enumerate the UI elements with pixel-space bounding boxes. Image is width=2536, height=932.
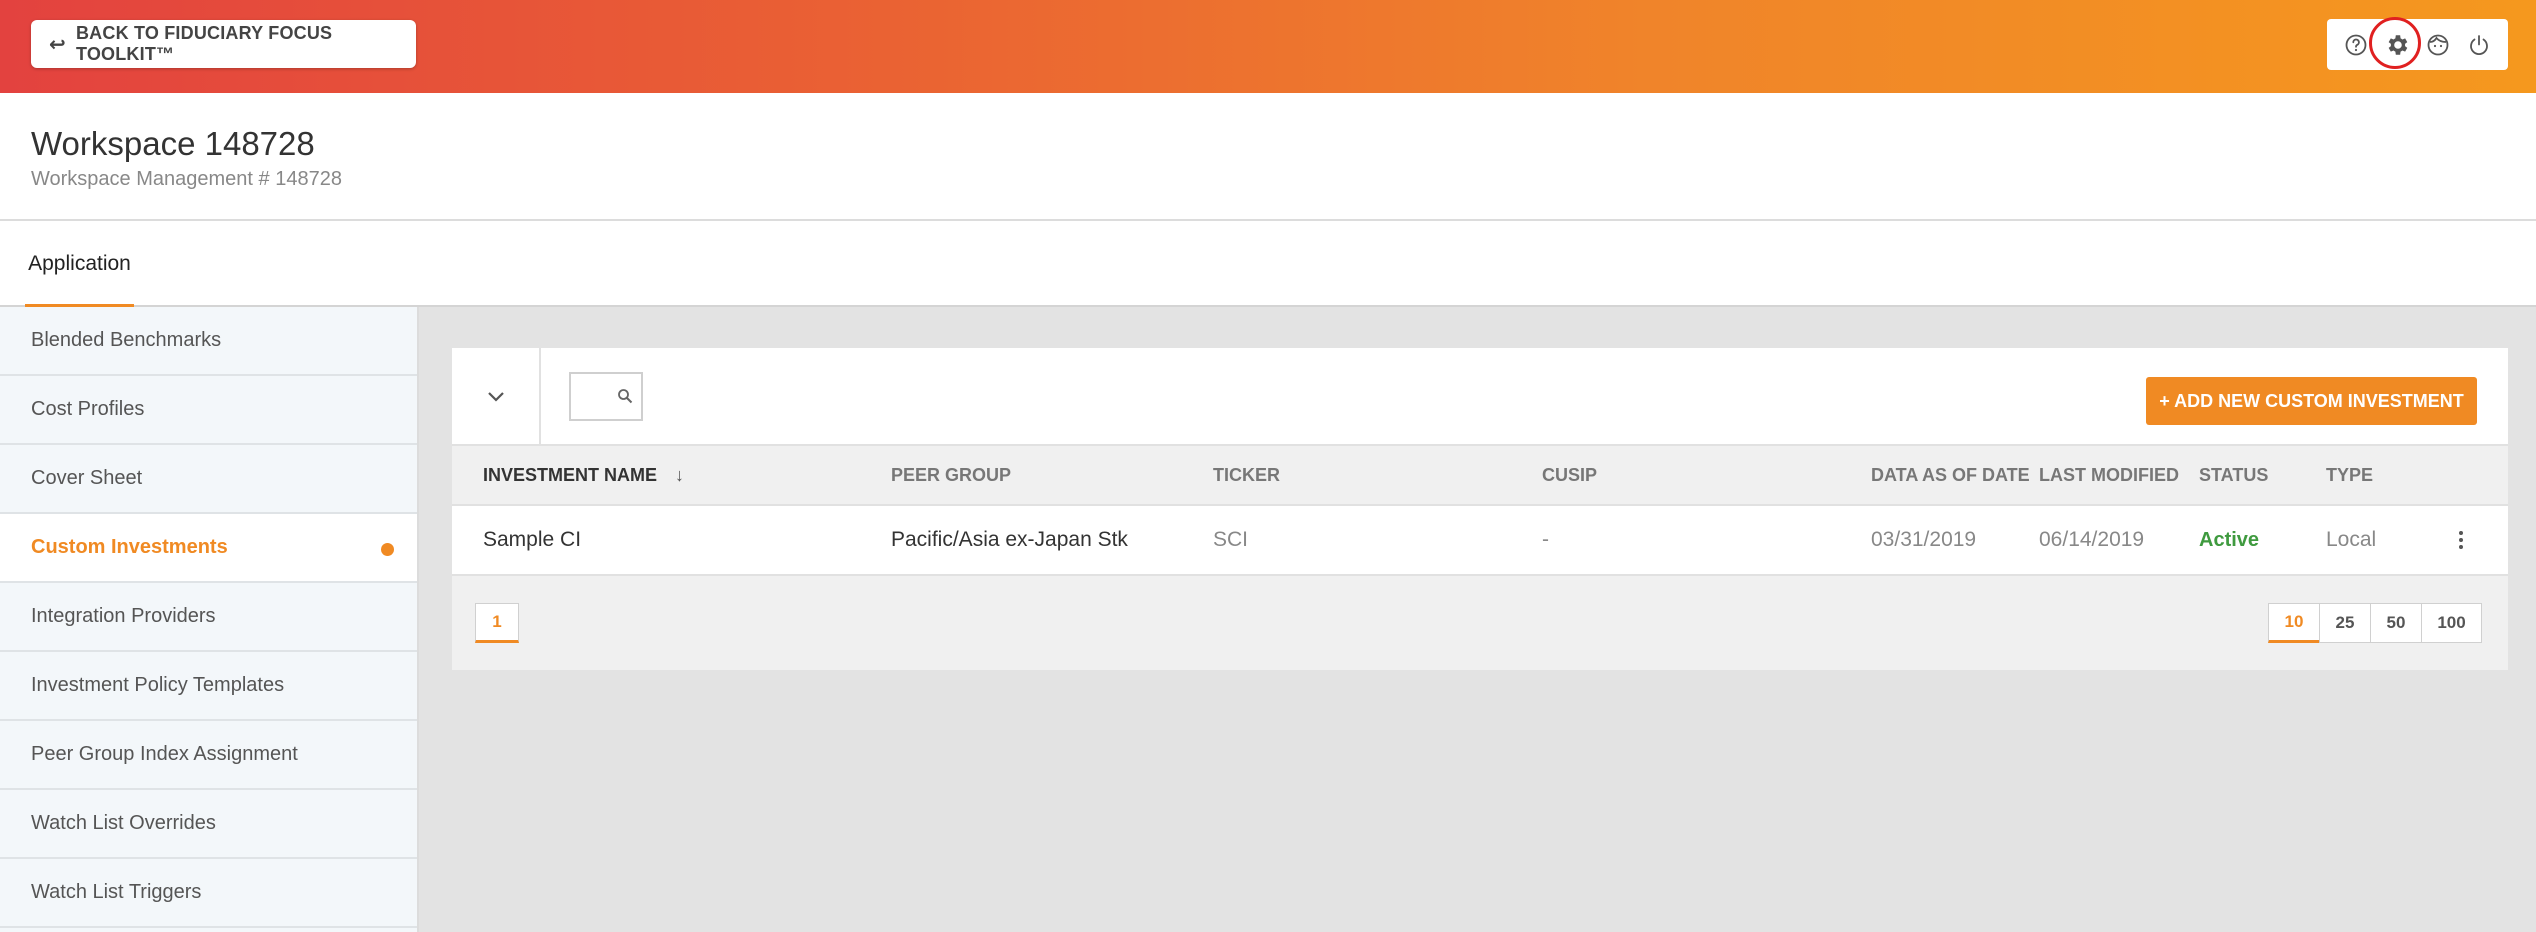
sidebar-item-blended-benchmarks[interactable]: Blended Benchmarks [0,307,417,376]
back-button-label: BACK TO FIDUCIARY FOCUS TOOLKIT™ [75,23,333,64]
sidebar-item-watch-list-triggers[interactable]: Watch List Triggers [0,859,417,928]
column-header-last-modified[interactable]: LAST MODIFIED [2039,446,2179,504]
sidebar-item-cost-profiles[interactable]: Cost Profiles [0,376,417,445]
column-header-peer-group[interactable]: PEER GROUP [891,446,1011,504]
page-size-option-50[interactable]: 50 [2370,603,2422,643]
row-actions-kebab-icon[interactable] [2458,506,2464,574]
page-title: Workspace 148728 [31,125,315,162]
page-number-button[interactable]: 1 [475,603,519,643]
sidebar-item-investment-policy-templates[interactable]: Investment Policy Templates [0,652,417,721]
power-icon[interactable] [2464,30,2494,60]
cell-status: Active [2199,528,2260,551]
custom-investments-panel: + ADD NEW CUSTOM INVESTMENT INVESTMENT N… [452,348,2508,670]
help-icon[interactable] [2341,30,2371,60]
page-size-option-10[interactable]: 10 [2268,603,2320,643]
cell-last-modified: 06/14/2019 [2039,528,2145,551]
cell-investment-name: Sample CI [483,528,582,551]
sidebar-item-label: Cost Profiles [31,398,145,420]
table-header: INVESTMENT NAME ↓ PEER GROUP TICKER CUSI… [452,446,2508,506]
workspace-title-bar: Workspace 148728 Workspace Management # … [0,93,2536,221]
sidebar-item-watch-list-overrides[interactable]: Watch List Overrides [0,790,417,859]
page-subtitle: Workspace Management # 148728 [31,168,342,190]
sidebar-item-peer-group-index-assignment[interactable]: Peer Group Index Assignment [0,721,417,790]
chevron-down-icon [487,392,504,402]
search-icon [618,389,633,404]
header-tools [2327,16,2508,70]
tab-bar: Application [0,221,2536,309]
sidebar-item-label: Blended Benchmarks [31,329,222,351]
search-input[interactable] [569,372,643,421]
cell-type: Local [2326,528,2377,551]
page-size-option-100[interactable]: 100 [2421,603,2482,643]
table-footer-pagination: 1 10 25 50 100 [452,576,2508,670]
sidebar-item-custom-investments[interactable]: Custom Investments [0,514,417,583]
page-size-option-25[interactable]: 25 [2319,603,2371,643]
top-header: ↩ BACK TO FIDUCIARY FOCUS TOOLKIT™ [0,0,2536,93]
column-header-label: INVESTMENT NAME [483,464,658,485]
table-toolbar: + ADD NEW CUSTOM INVESTMENT [452,348,2508,446]
sidebar-item-label: Integration Providers [31,605,216,627]
collapse-toggle[interactable] [452,348,541,446]
sidebar-item-label: Custom Investments [31,536,228,558]
cell-data-as-of-date: 03/31/2019 [1871,528,1977,551]
sidebar-item-integration-providers[interactable]: Integration Providers [0,583,417,652]
sidebar-item-cover-sheet[interactable]: Cover Sheet [0,445,417,514]
cell-peer-group: Pacific/Asia ex-Japan Stk [891,528,1128,551]
table-row[interactable]: Sample CI Pacific/Asia ex-Japan Stk SCI … [452,506,2508,576]
sidebar-item-label: Watch List Overrides [31,812,216,834]
cell-cusip: - [1542,528,1549,551]
back-arrow-icon: ↩ [49,33,66,56]
column-header-ticker[interactable]: TICKER [1213,446,1280,504]
column-header-type[interactable]: TYPE [2326,446,2373,504]
sort-arrow-down-icon: ↓ [675,464,685,485]
column-header-status[interactable]: STATUS [2199,446,2268,504]
cell-ticker: SCI [1213,528,1249,551]
active-indicator-dot [381,543,394,556]
column-header-cusip[interactable]: CUSIP [1542,446,1597,504]
add-new-custom-investment-button[interactable]: + ADD NEW CUSTOM INVESTMENT [2146,377,2477,425]
column-header-investment-name[interactable]: INVESTMENT NAME ↓ [483,446,684,504]
user-face-icon[interactable] [2423,30,2453,60]
column-header-data-as-of-date[interactable]: DATA AS OF DATE [1871,446,2030,504]
sidebar-item-label: Peer Group Index Assignment [31,743,298,765]
sidebar-item-label: Watch List Triggers [31,881,202,903]
back-to-toolkit-button[interactable]: ↩ BACK TO FIDUCIARY FOCUS TOOLKIT™ [31,20,416,68]
sidebar: Blended Benchmarks Cost Profiles Cover S… [0,307,419,932]
settings-gear-icon[interactable] [2368,16,2421,69]
sidebar-item-label: Investment Policy Templates [31,674,285,696]
page-size-selector: 10 25 50 100 [2268,603,2482,643]
tab-application[interactable]: Application [25,221,134,309]
sidebar-item-label: Cover Sheet [31,467,143,489]
